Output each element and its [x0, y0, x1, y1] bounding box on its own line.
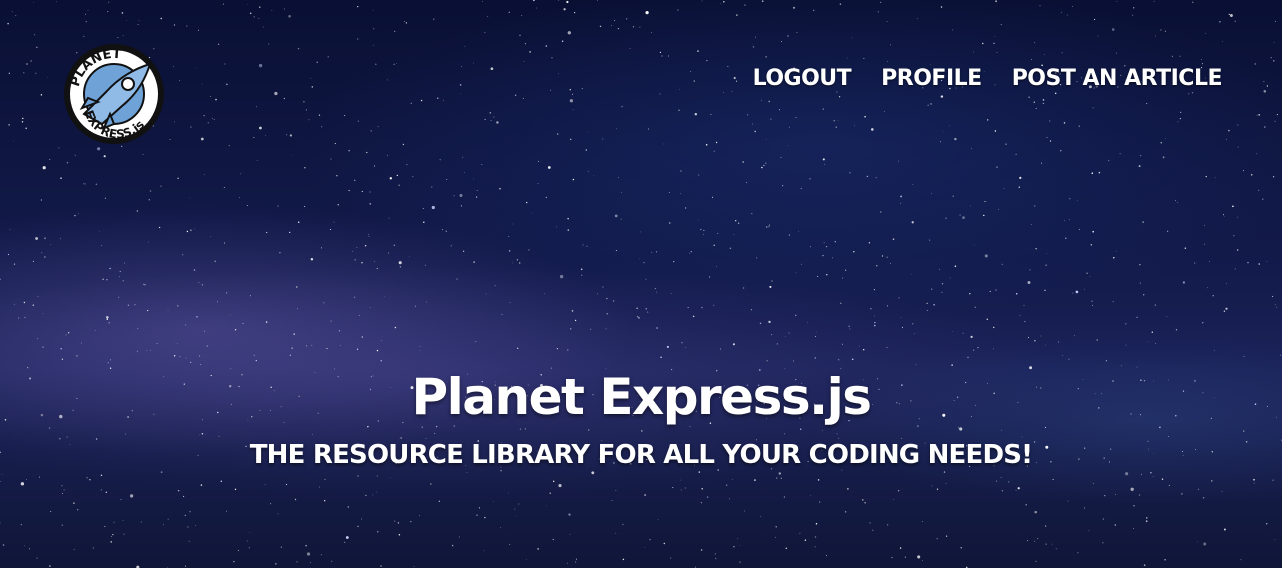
planet-express-logo[interactable]: PLANET EXPRESS.js: [62, 42, 166, 146]
site-title: Planet Express.js: [411, 368, 872, 426]
nav-post-article-link[interactable]: POST AN ARTICLE: [1012, 66, 1223, 91]
rocket-logo-icon: PLANET EXPRESS.js: [64, 44, 164, 144]
hero-banner: PLANET EXPRESS.js LOGOUT PROFILE POST AN…: [0, 0, 1282, 568]
top-navigation: LOGOUT PROFILE POST AN ARTICLE: [753, 66, 1223, 91]
nav-logout-link[interactable]: LOGOUT: [753, 66, 852, 91]
nav-profile-link[interactable]: PROFILE: [881, 66, 982, 91]
site-tagline: THE RESOURCE LIBRARY FOR ALL YOUR CODING…: [249, 440, 1033, 470]
